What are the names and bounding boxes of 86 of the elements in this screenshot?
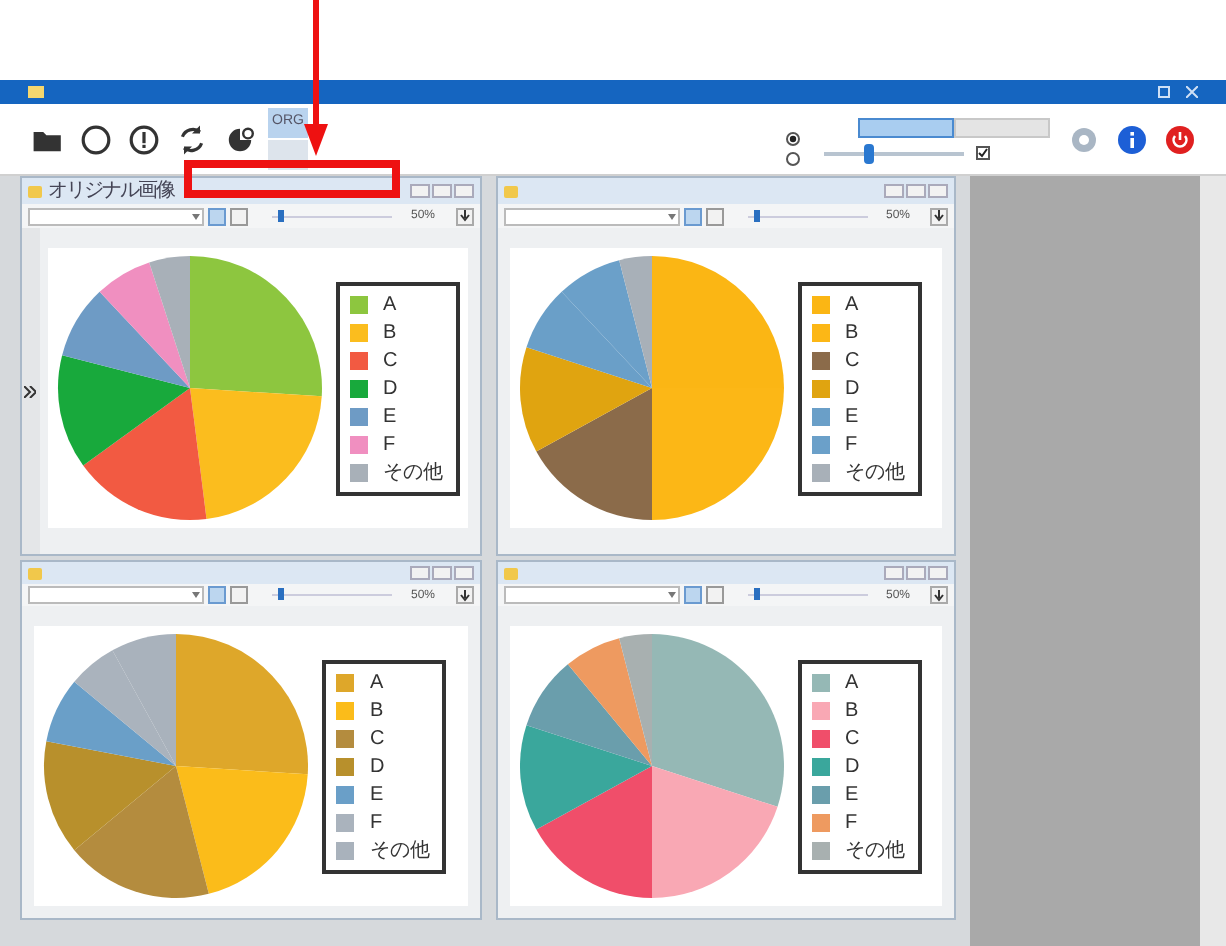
maximize-icon[interactable] — [1158, 86, 1170, 98]
panel-icon — [503, 566, 517, 581]
close-icon[interactable] — [1186, 86, 1198, 98]
legend-label: C — [845, 725, 860, 751]
download-icon — [934, 589, 944, 602]
legend-label: D — [845, 375, 860, 401]
legend-label: その他 — [383, 459, 443, 485]
checkbox[interactable] — [976, 146, 990, 160]
close-button[interactable] — [453, 184, 473, 198]
legend-label: C — [383, 347, 398, 373]
legend-label: F — [845, 809, 858, 835]
mode-dropdown[interactable] — [28, 207, 204, 225]
info-icon[interactable] — [1118, 125, 1146, 153]
legend-label: B — [845, 697, 859, 723]
caret-icon — [192, 592, 200, 599]
legend-label: B — [845, 319, 859, 345]
zoom-slider-thumb[interactable] — [278, 209, 284, 221]
panel-title: オリジナル画像 — [48, 181, 174, 201]
hand-tool-button[interactable] — [208, 586, 226, 605]
legend-label: D — [383, 375, 398, 401]
legend-label: F — [845, 431, 858, 457]
legend-label: その他 — [845, 459, 905, 485]
power-icon[interactable] — [1166, 125, 1194, 153]
mode-dropdown[interactable] — [28, 586, 204, 605]
caret-icon — [667, 213, 675, 219]
legend-label: C — [845, 347, 860, 373]
mode-dropdown[interactable] — [503, 586, 679, 605]
slider-thumb[interactable] — [863, 143, 873, 163]
download-button[interactable] — [930, 207, 948, 225]
hand-tool-button[interactable] — [208, 207, 226, 225]
radio-button[interactable] — [786, 132, 800, 146]
legend-label: その他 — [370, 837, 430, 863]
legend-label: C — [370, 725, 385, 751]
zoom-slider-thumb[interactable] — [278, 588, 284, 601]
panel-icon — [28, 566, 42, 581]
minimize-button[interactable] — [884, 566, 904, 581]
circle-icon[interactable] — [80, 123, 112, 155]
panel-icon — [28, 184, 42, 198]
legend-label: E — [845, 403, 859, 429]
legend-label: F — [383, 431, 396, 457]
download-icon — [934, 210, 944, 222]
legend-label: B — [370, 697, 384, 723]
legend-label: E — [383, 403, 397, 429]
minimize-button[interactable] — [884, 184, 904, 198]
legend-label: F — [370, 809, 383, 835]
legend-label: D — [845, 753, 860, 779]
download-button[interactable] — [930, 586, 948, 605]
mode-dropdown[interactable] — [503, 207, 679, 225]
maximize-button[interactable] — [431, 184, 451, 198]
expand-icon — [24, 385, 37, 397]
scrollbar[interactable] — [1200, 176, 1226, 946]
download-button[interactable] — [455, 586, 473, 605]
download-icon — [459, 210, 469, 222]
hand-tool-button[interactable] — [683, 207, 701, 225]
legend-label: A — [845, 669, 859, 695]
legend-label: A — [845, 291, 859, 317]
close-button[interactable] — [928, 184, 948, 198]
legend-label: E — [370, 781, 384, 807]
frame-tool-button[interactable] — [705, 207, 723, 225]
legend-label: A — [370, 669, 384, 695]
frame-tool-button[interactable] — [230, 207, 248, 225]
hand-tool-button[interactable] — [683, 586, 701, 605]
minimize-button[interactable] — [409, 184, 429, 198]
legend-label: A — [383, 291, 397, 317]
caret-icon — [192, 213, 200, 219]
download-icon — [459, 589, 469, 602]
legend-label: その他 — [845, 837, 905, 863]
panel-icon — [503, 184, 517, 198]
frame-tool-button[interactable] — [705, 586, 723, 605]
legend-label: D — [370, 753, 385, 779]
refresh-icon[interactable] — [176, 123, 208, 155]
legend-label: E — [845, 781, 859, 807]
settings-icon[interactable] — [1070, 125, 1098, 153]
frame-tool-button[interactable] — [230, 586, 248, 605]
warning-icon[interactable] — [128, 123, 160, 155]
minimize-button[interactable] — [409, 566, 429, 581]
caret-icon — [667, 592, 675, 599]
pie-icon[interactable] — [224, 123, 256, 155]
legend-label: B — [383, 319, 397, 345]
download-button[interactable] — [455, 207, 473, 225]
zoom-slider-thumb[interactable] — [753, 209, 759, 221]
segment-button[interactable] — [858, 118, 954, 138]
maximize-button[interactable] — [906, 184, 926, 198]
radio-button[interactable] — [786, 152, 800, 166]
zoom-slider-thumb[interactable] — [753, 588, 759, 601]
app-icon — [28, 84, 44, 100]
